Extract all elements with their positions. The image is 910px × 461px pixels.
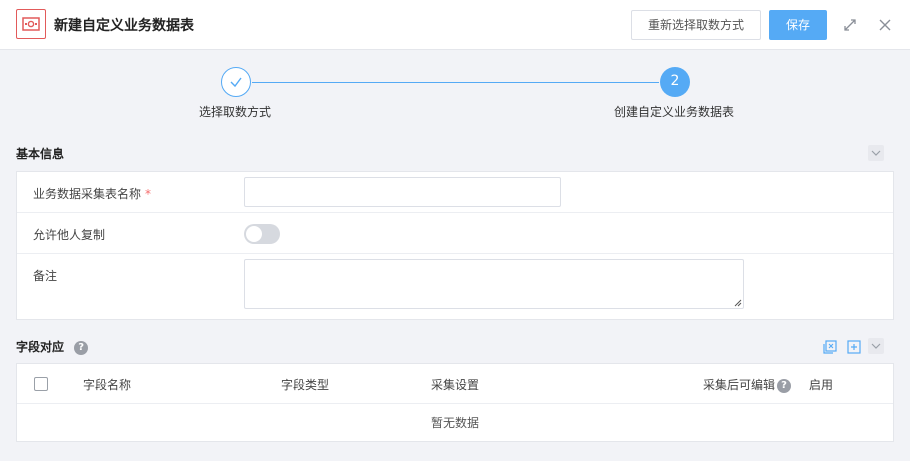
table-app-icon <box>16 9 46 39</box>
allow-copy-label: 允许他人复制 <box>33 228 106 242</box>
required-mark: * <box>145 187 152 201</box>
field-mapping-collapse-icon[interactable] <box>868 338 884 354</box>
col-editable-after-collect: 采集后可编辑? <box>703 376 792 393</box>
save-button[interactable]: 保存 <box>769 10 827 40</box>
form-row-copy: 允许他人复制 <box>17 213 893 254</box>
col-field-name: 字段名称 <box>83 378 132 392</box>
basic-info-form: 业务数据采集表名称 * 允许他人复制 备注 <box>16 171 894 320</box>
form-row-remark: 备注 <box>17 254 893 319</box>
close-icon[interactable] <box>877 17 893 33</box>
clear-fields-icon[interactable] <box>822 339 838 355</box>
table-name-input[interactable] <box>244 177 561 207</box>
col-collect-settings: 采集设置 <box>431 378 480 392</box>
remark-textarea[interactable] <box>244 259 744 309</box>
add-field-icon[interactable] <box>846 339 862 355</box>
expand-icon[interactable] <box>842 17 858 33</box>
table-name-label: 业务数据采集表名称 * <box>33 187 152 201</box>
step-2-number: 2 <box>660 67 690 97</box>
col-field-type: 字段类型 <box>281 378 330 392</box>
dialog-header: 新建自定义业务数据表 重新选择取数方式 保存 <box>0 0 910 50</box>
field-mapping-table: 字段名称 字段类型 采集设置 采集后可编辑? 启用 暂无数据 <box>16 363 894 442</box>
field-mapping-help-icon[interactable]: ? <box>74 340 89 355</box>
col-enabled: 启用 <box>809 378 834 392</box>
resize-grip-icon[interactable] <box>734 299 742 307</box>
step-connector <box>252 82 659 83</box>
basic-info-title: 基本信息 <box>16 147 65 161</box>
reselect-method-button[interactable]: 重新选择取数方式 <box>631 10 761 40</box>
form-row-name: 业务数据采集表名称 * <box>17 172 893 213</box>
empty-state-text: 暂无数据 <box>430 416 479 430</box>
remark-label: 备注 <box>33 269 58 283</box>
step-1-check-icon <box>221 67 251 97</box>
basic-info-collapse-icon[interactable] <box>868 145 884 161</box>
step-1-label: 选择取数方式 <box>199 105 272 119</box>
select-all-checkbox[interactable] <box>34 377 48 391</box>
table-header: 字段名称 字段类型 采集设置 采集后可编辑? 启用 <box>17 364 893 404</box>
dialog-title: 新建自定义业务数据表 <box>54 18 194 34</box>
toggle-knob <box>246 226 262 242</box>
field-mapping-title: 字段对应 ? <box>16 338 89 355</box>
allow-copy-toggle[interactable] <box>244 224 280 244</box>
editable-help-icon[interactable]: ? <box>777 378 792 393</box>
step-2-label: 创建自定义业务数据表 <box>614 105 735 119</box>
